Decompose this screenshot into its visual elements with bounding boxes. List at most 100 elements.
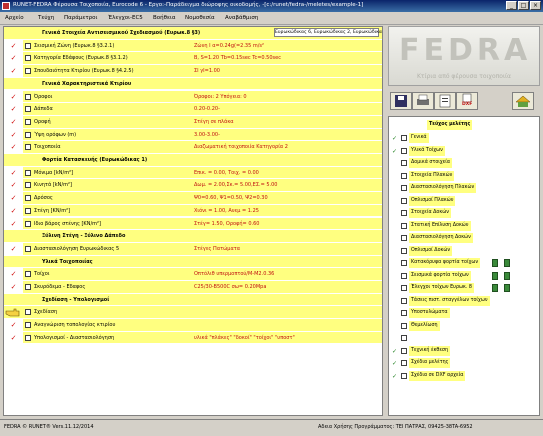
preview-button[interactable] [434, 92, 456, 110]
report-doc-icon[interactable] [504, 271, 510, 280]
checkbox-icon[interactable] [401, 372, 407, 379]
menu-checks-ec5[interactable]: Έλεγχοι-EC5 [108, 15, 143, 21]
grid-row-drawing[interactable]: Σχεδίαση [4, 306, 382, 320]
checkbox-icon[interactable] [401, 335, 407, 341]
panel-item-beam-rebar[interactable]: Οπλισμοί Δοκών [389, 245, 539, 258]
panel-item-stresses[interactable]: Τάσεις πιστ. σταγγέλων τοίχων [389, 295, 539, 308]
panel-item-foundation[interactable]: Θεμελίωση [389, 320, 539, 333]
panel-item-slab-rebar[interactable]: Οπλισμοί Πλακών [389, 195, 539, 208]
grid-row-roof[interactable]: ✓ Οροφή Στέγη σε πλάκα [4, 115, 382, 129]
checkbox-icon[interactable] [401, 310, 407, 316]
grid-row-soil-category[interactable]: ✓ Κατηγορία Εδάφους (Ευρωκ.8 §3.1.2) B, … [4, 52, 382, 66]
grid-row-live-loads[interactable]: ✓ Κινητά [kN/m²] Δωμ. = 2.00,Σκ.= 5.00,Ε… [4, 179, 382, 193]
checkbox-icon[interactable] [401, 147, 407, 154]
checkbox-icon[interactable] [401, 360, 407, 366]
minimize-button[interactable]: _ [506, 1, 517, 10]
expand-box-icon[interactable] [25, 169, 31, 176]
checkbox-icon[interactable] [401, 272, 407, 279]
maximize-button[interactable]: □ [518, 1, 529, 10]
grid-row-masonry[interactable]: ✓ Τοιχοποιία Διαζωματική τοιχοποιία Κατη… [4, 141, 382, 154]
expand-box-icon[interactable] [25, 245, 31, 252]
report-doc-icon[interactable] [504, 284, 510, 292]
checkbox-icon[interactable] [401, 210, 407, 216]
grid-row-ec5-design[interactable]: ✓ Διαστασιολόγηση Ευρωκώδικας 5 Στέγες Π… [4, 242, 382, 256]
expand-box-icon[interactable] [25, 93, 31, 100]
grid-row-importance[interactable]: ✓ Σπουδαιότητα Κτιρίου (Ευρωκ.8 §4.2.5) … [4, 65, 382, 78]
menu-upgrade[interactable]: Αναβάθμιση [225, 15, 258, 21]
panel-item-beam-data[interactable]: Στοιχεία Δοκών [389, 207, 539, 220]
print-button[interactable] [412, 92, 434, 110]
panel-item-ec8-checks[interactable]: Έλεγχοι τοίχων Ευρωκ. 8 [389, 282, 539, 295]
expand-box-icon[interactable] [25, 106, 31, 113]
checkbox-icon[interactable] [401, 222, 407, 229]
checkbox-icon[interactable] [401, 247, 407, 254]
grid-row-slabs[interactable]: ✓ Δάπεδα 0.20-0.20- [4, 103, 382, 116]
expand-box-icon[interactable] [25, 334, 31, 341]
grid-row-concrete-soil[interactable]: ✓ Σκυρόδεμα - Εδαφος C25/30-B500C σω= 0.… [4, 281, 382, 294]
panel-item-vertical-loads[interactable]: Κατακόρυφα φορτία τοίχων [389, 257, 539, 270]
menu-legislation[interactable]: Νομοθεσία [185, 15, 215, 21]
panel-item-seismic-loads[interactable]: Σεισμικά φορτία τοίχων [389, 270, 539, 283]
grid-row-seismic-zone[interactable]: ✓ Σεισμική Ζώνη (Ευρωκ.8 §3.2.1) Ζώνη Ι … [4, 39, 382, 53]
grid-row-walls[interactable]: ✓ Τοίχοι Οπτόλιθ υπερμοπτού/Μ-Μ2.0.36 [4, 268, 382, 281]
panel-item-slab-data[interactable]: Στοιχεία Πλακών [389, 170, 539, 183]
expand-box-icon[interactable] [25, 68, 31, 75]
report-doc-icon[interactable] [492, 284, 498, 292]
grid-row-self-weight[interactable]: ✓ Ιδιο βάρος στένης [KN/m²] Στέγ= 1.50, … [4, 217, 382, 231]
checkbox-icon[interactable] [401, 172, 407, 179]
save-button[interactable] [390, 92, 412, 110]
checkbox-icon[interactable] [401, 185, 407, 191]
expand-box-icon[interactable] [25, 271, 31, 278]
expand-box-icon[interactable] [25, 182, 31, 189]
panel-item-columns[interactable]: Υποστυλώματα [389, 307, 539, 320]
grid-row-floor-heights[interactable]: ✓ Ύψη ορόφων (m) 3.00-3.00- [4, 128, 382, 142]
expand-box-icon[interactable] [25, 131, 31, 138]
expand-box-icon[interactable] [25, 220, 31, 227]
expand-box-icon[interactable] [25, 284, 31, 290]
expand-box-icon[interactable] [25, 118, 31, 125]
eurocodes-box[interactable]: Ευρωκώδικας 6, Ευρωκώδικας 2, Ευρωκώδικα… [274, 28, 382, 37]
menu-reports[interactable]: Τεύχη [38, 15, 54, 21]
expand-box-icon[interactable] [25, 144, 31, 151]
report-doc-icon[interactable] [492, 259, 498, 267]
expand-box-icon[interactable] [25, 207, 31, 214]
panel-item-beam-analysis[interactable]: Στατική Επίλυση Δοκών [389, 220, 539, 233]
panel-item-slab-design[interactable]: Διαστασιολόγηση Πλακών [389, 182, 539, 195]
checkbox-icon[interactable] [401, 297, 407, 304]
expand-box-icon[interactable] [25, 195, 31, 202]
panel-item-study-drawings[interactable]: ✓ Σχέδια μελέτης [389, 357, 539, 370]
panel-item-dxf-drawings[interactable]: ✓ Σχέδια σε DXF αρχεία [389, 370, 539, 383]
panel-item-technical-report[interactable]: ✓ Τεχνική έκθεση [389, 345, 539, 358]
house-settings-button[interactable] [512, 92, 534, 110]
grid-row-topology[interactable]: ✓ Αναγνώριση τοπολογίας κτιρίου [4, 319, 382, 332]
close-button[interactable]: × [530, 1, 541, 10]
checkbox-icon[interactable] [401, 160, 407, 166]
panel-item-general[interactable]: ✓ Γενικά [389, 132, 539, 145]
checkbox-icon[interactable] [401, 347, 407, 354]
report-doc-icon[interactable] [504, 259, 510, 267]
report-doc-icon[interactable] [492, 271, 498, 280]
checkbox-icon[interactable] [401, 235, 407, 241]
checkbox-icon[interactable] [401, 260, 407, 266]
expand-box-icon[interactable] [25, 55, 31, 62]
panel-item-beam-design[interactable]: Διαστασιολόγηση Δοκών [389, 232, 539, 245]
grid-row-floors[interactable]: ✓ Όροφοι Όροφοι: 2 Υπόγεια: 0 [4, 90, 382, 104]
dxf-button[interactable]: DXF [456, 92, 478, 110]
checkbox-icon[interactable] [401, 135, 407, 141]
grid-row-load-factors[interactable]: ✓ Δρόσος Ψ0=0.60, Ψ1=0.50, Ψ2=0.30 [4, 192, 382, 205]
expand-box-icon[interactable] [25, 309, 31, 316]
grid-row-permanent-loads[interactable]: ✓ Μόνιμα [kN/m²] Επικ. = 0.00, Τοιχ. = 0… [4, 166, 382, 180]
panel-item-structural-elements[interactable]: Δομικά στοιχεία [389, 157, 539, 170]
menu-help[interactable]: Βοήθεια [153, 15, 175, 21]
checkbox-icon[interactable] [401, 285, 407, 291]
expand-box-icon[interactable] [25, 42, 31, 49]
panel-item-wall-materials[interactable]: ✓ Υλικά Τοίχων [389, 145, 539, 158]
menu-file[interactable]: Αρχείο [5, 15, 24, 21]
grid-row-roof-loads[interactable]: ✓ Στέγη [KN/m²] Χιόνι = 1.00, Ανεμ = 1.2… [4, 204, 382, 218]
menu-parameters[interactable]: Παράμετροι [64, 15, 97, 21]
checkbox-icon[interactable] [401, 197, 407, 204]
expand-box-icon[interactable] [25, 322, 31, 329]
grid-row-calculations[interactable]: ✓ Υπολογισμοί - Διαστασιολόγηση υλικά "π… [4, 331, 382, 345]
checkbox-icon[interactable] [401, 322, 407, 329]
panel-item-blank[interactable] [389, 332, 539, 345]
